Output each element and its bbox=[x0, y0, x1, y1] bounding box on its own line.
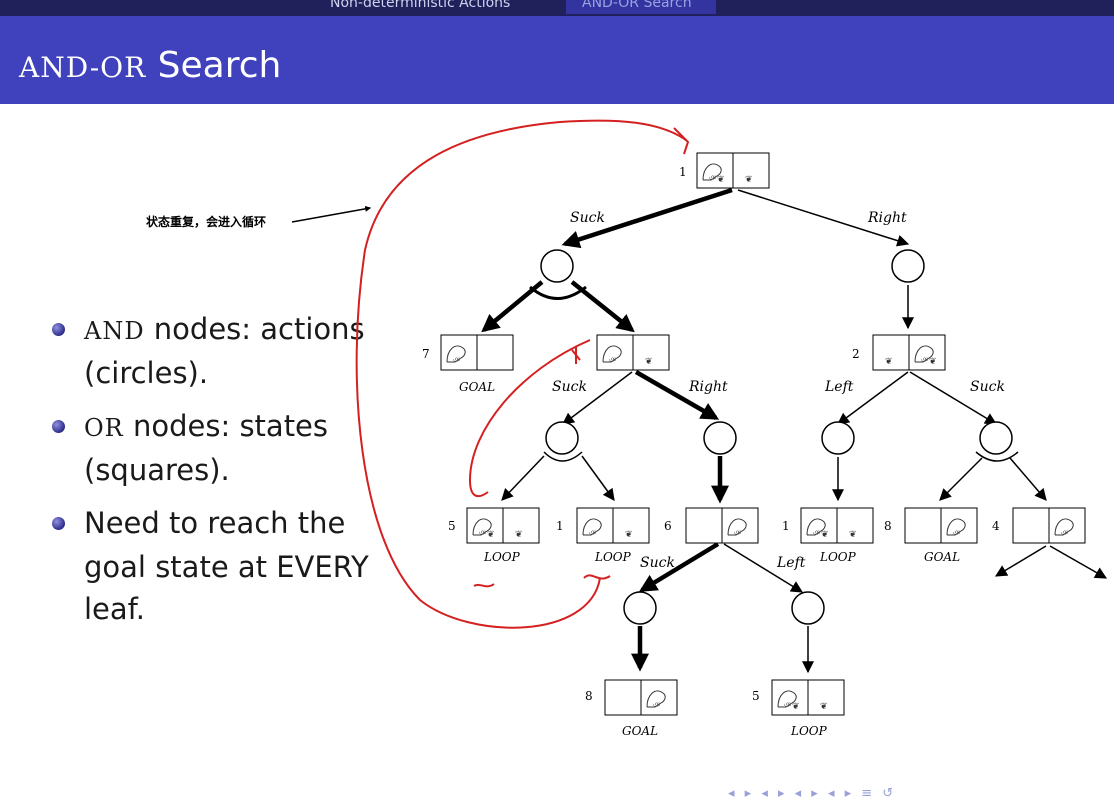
state-box bbox=[596, 334, 670, 371]
tree-edge bbox=[501, 455, 545, 501]
dirt-icon bbox=[625, 530, 633, 540]
node-number: 1 bbox=[556, 519, 564, 533]
leaf-label: LOOP bbox=[594, 550, 632, 564]
tree-edge bbox=[939, 457, 983, 501]
dirt-icon bbox=[792, 702, 800, 712]
action-label: Suck bbox=[970, 379, 1005, 395]
action-circle bbox=[821, 421, 855, 455]
dirt-icon bbox=[745, 175, 753, 185]
leaf-label: LOOP bbox=[483, 550, 521, 564]
tick-mark-annotation-1 bbox=[473, 583, 495, 588]
leaf-label: GOAL bbox=[459, 380, 495, 394]
node-number: 8 bbox=[884, 519, 892, 533]
dirt-icon bbox=[515, 530, 523, 540]
dirt-icon bbox=[717, 175, 725, 185]
action-circle bbox=[540, 249, 574, 283]
state-box bbox=[904, 507, 978, 544]
tree-edge bbox=[994, 545, 1047, 577]
node-number: 1 bbox=[679, 165, 687, 179]
state-box bbox=[440, 334, 514, 371]
tick-mark-annotation-2 bbox=[583, 574, 611, 580]
state-box bbox=[466, 507, 540, 544]
action-label: Left bbox=[824, 379, 854, 395]
dirt-icon bbox=[885, 357, 893, 367]
node-number: 8 bbox=[585, 689, 593, 703]
state-box bbox=[872, 334, 946, 371]
action-label: Left bbox=[776, 555, 806, 571]
node-number: 4 bbox=[992, 519, 1000, 533]
node-number: 7 bbox=[422, 347, 430, 361]
dirt-icon bbox=[645, 357, 653, 367]
dirt-icon bbox=[929, 357, 937, 367]
action-circle bbox=[703, 421, 737, 455]
node-number: 5 bbox=[752, 689, 760, 703]
tree-edge bbox=[581, 455, 615, 501]
leaf-label: LOOP bbox=[819, 550, 857, 564]
state-box bbox=[604, 679, 678, 716]
and-or-tree-diagram: ঞ ❦ 17251618485SuckRightSuckRightLeftSuc… bbox=[291, 119, 1108, 738]
dirt-icon bbox=[849, 530, 857, 540]
state-box bbox=[696, 152, 770, 189]
action-label: Right bbox=[867, 210, 907, 226]
action-label: Right bbox=[688, 379, 728, 395]
dirt-icon bbox=[487, 530, 495, 540]
state-box bbox=[800, 507, 874, 544]
dirt-icon bbox=[820, 702, 828, 712]
action-circle bbox=[891, 249, 925, 283]
action-circle bbox=[791, 591, 825, 625]
node-number: 5 bbox=[448, 519, 456, 533]
leaf-label: GOAL bbox=[622, 724, 658, 738]
action-circle bbox=[979, 421, 1013, 455]
leaf-label: GOAL bbox=[924, 550, 960, 564]
leaf-label: LOOP bbox=[790, 724, 828, 738]
action-circle bbox=[545, 421, 579, 455]
state-box bbox=[1012, 507, 1086, 544]
tree-edge bbox=[1009, 457, 1047, 501]
dirt-icon bbox=[821, 530, 829, 540]
node-number: 1 bbox=[782, 519, 790, 533]
node-number: 2 bbox=[852, 347, 860, 361]
node-number: 6 bbox=[664, 519, 672, 533]
tree-edge bbox=[1049, 545, 1108, 579]
state-box bbox=[771, 679, 845, 716]
action-label: Suck bbox=[570, 210, 605, 226]
state-box bbox=[576, 507, 650, 544]
action-label: Suck bbox=[640, 555, 675, 571]
state-box bbox=[685, 507, 759, 544]
action-label: Suck bbox=[552, 379, 587, 395]
action-circle bbox=[623, 591, 657, 625]
and-arcs bbox=[529, 285, 1019, 462]
annotation-pointer-arrow bbox=[291, 205, 372, 223]
curve-arrowhead-annotation bbox=[673, 127, 690, 155]
presentation-nav-controls[interactable]: ◂ ▸ ◂ ▸ ◂ ▸ ◂ ▸ ≡ ↺ bbox=[728, 786, 896, 801]
